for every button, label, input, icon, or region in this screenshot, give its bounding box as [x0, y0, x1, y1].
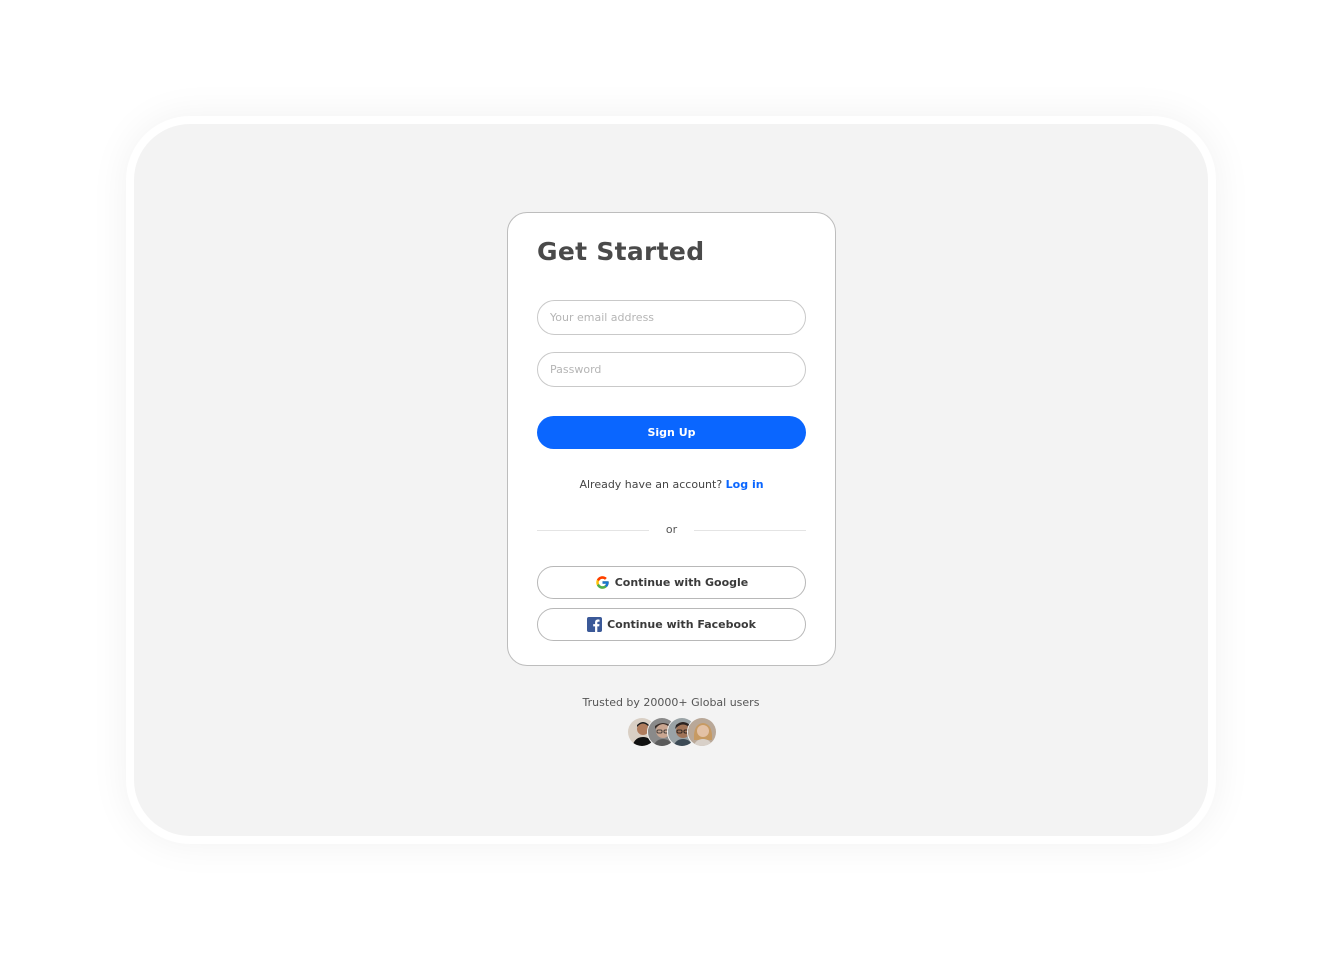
page-title: Get Started [537, 237, 705, 266]
signup-button[interactable]: Sign Up [537, 416, 806, 449]
facebook-button[interactable]: Continue with Facebook [537, 608, 806, 641]
trusted-text: Trusted by 20000+ Global users [582, 696, 760, 709]
divider-line-right [694, 530, 806, 531]
email-input[interactable] [537, 300, 806, 335]
password-input[interactable] [537, 352, 806, 387]
facebook-button-label: Continue with Facebook [607, 618, 756, 631]
signup-card: Get Started Sign Up Already have an acco… [507, 212, 836, 666]
login-prompt-row: Already have an account? Log in [508, 478, 835, 491]
or-divider: or [537, 523, 806, 537]
avatar-group [627, 717, 717, 747]
avatar [687, 717, 717, 747]
facebook-icon [587, 617, 603, 632]
google-button-label: Continue with Google [614, 576, 749, 589]
login-link[interactable]: Log in [726, 478, 764, 491]
google-icon [595, 575, 610, 590]
google-button[interactable]: Continue with Google [537, 566, 806, 599]
login-prompt-text: Already have an account? [579, 478, 723, 491]
